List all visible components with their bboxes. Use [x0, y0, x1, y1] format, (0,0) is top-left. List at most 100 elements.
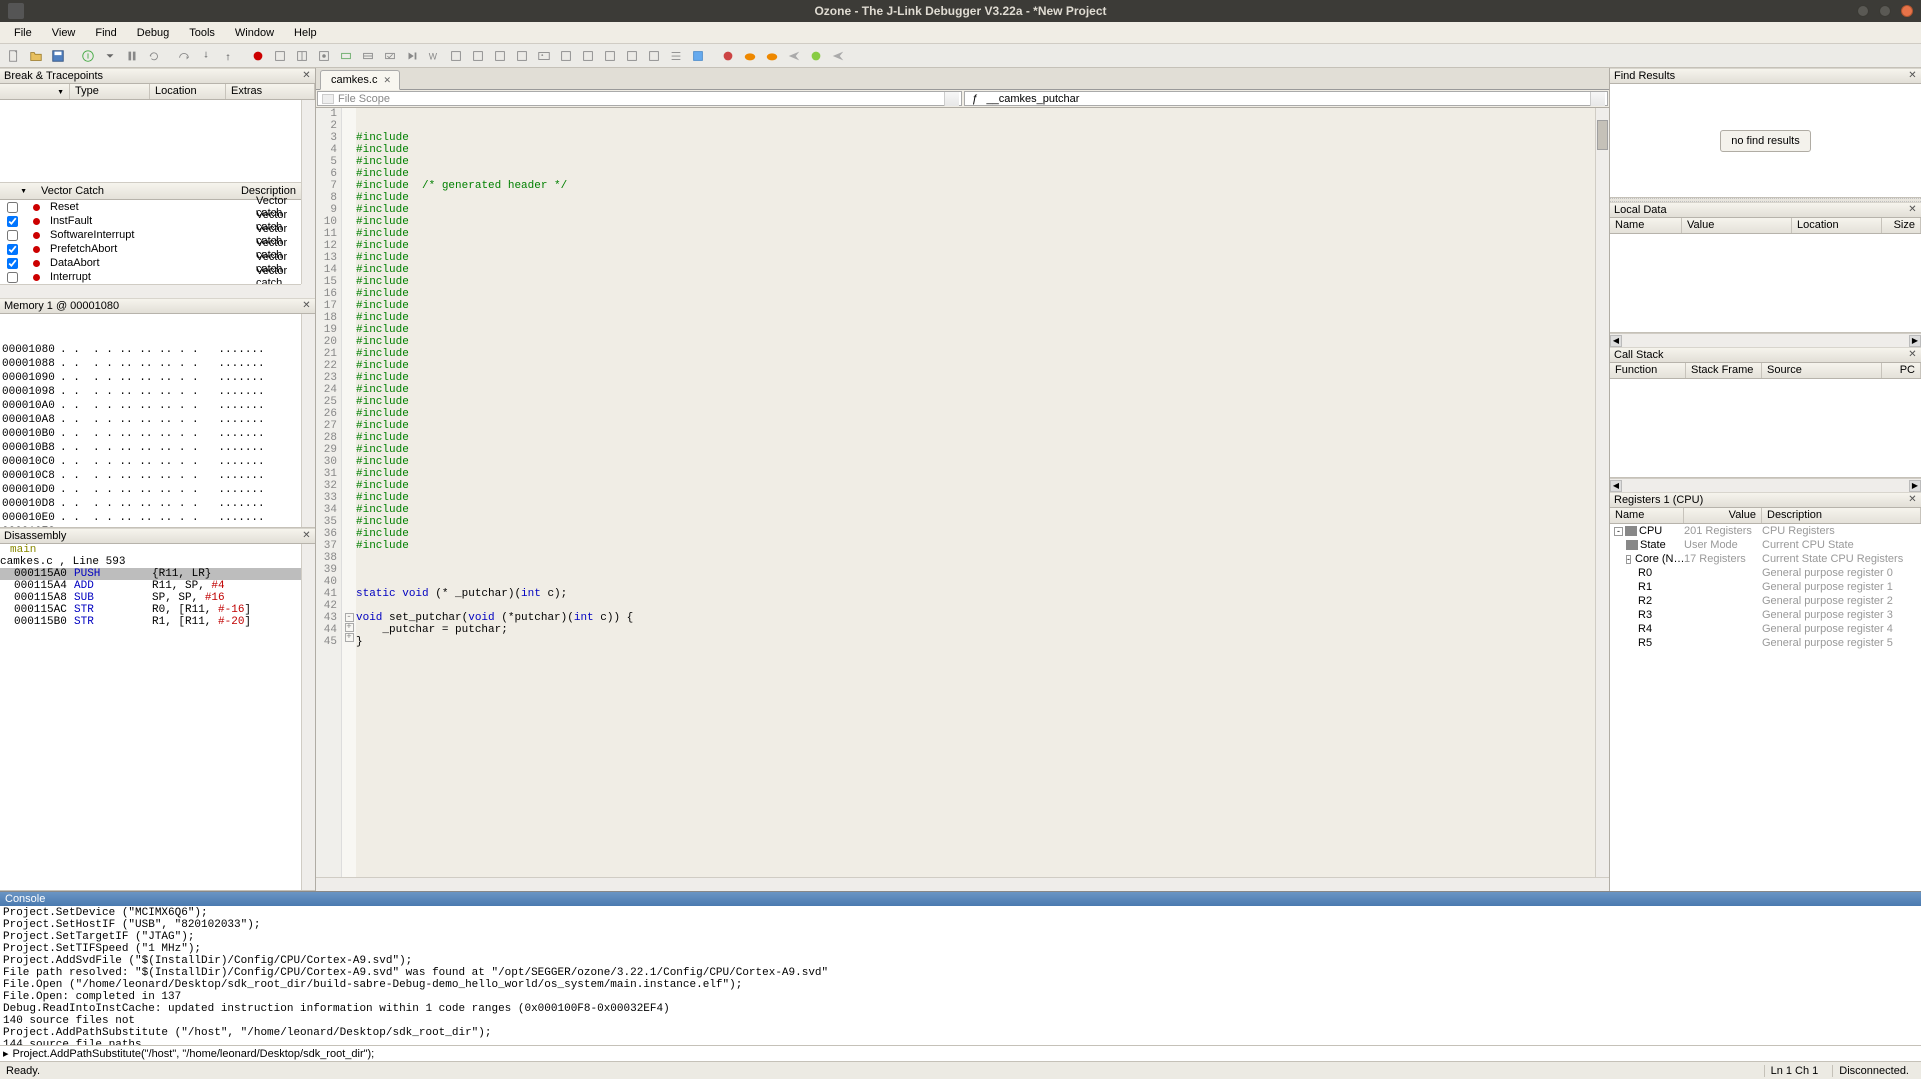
editor-line[interactable] — [356, 564, 1595, 576]
open-file-icon[interactable] — [26, 46, 46, 66]
editor-line[interactable] — [356, 552, 1595, 564]
editor-line[interactable]: #include — [356, 360, 1595, 372]
checkbox[interactable] — [0, 272, 24, 283]
col-function[interactable]: Function — [1610, 363, 1686, 378]
editor-line[interactable]: #include — [356, 348, 1595, 360]
toolbar-icon-k[interactable] — [556, 46, 576, 66]
toolbar-icon-a[interactable] — [270, 46, 290, 66]
maximize-button[interactable] — [1879, 5, 1891, 17]
checkbox[interactable] — [0, 202, 24, 213]
memory-view[interactable]: 00001080. . . . .. .. .. . . .......0000… — [0, 314, 315, 528]
editor-line[interactable]: #include /* generated header */ — [356, 180, 1595, 192]
disassembly-row[interactable]: 000115A4ADDR11, SP, #4 — [0, 580, 315, 592]
save-file-icon[interactable] — [48, 46, 68, 66]
editor-line[interactable] — [356, 576, 1595, 588]
close-icon[interactable] — [1907, 495, 1918, 506]
close-icon[interactable] — [1907, 205, 1918, 216]
editor-line[interactable]: _putchar = putchar; — [356, 624, 1595, 636]
checkbox[interactable] — [0, 216, 24, 227]
toolbar-orange-cloud-icon[interactable] — [740, 46, 760, 66]
toolbar-icon-f[interactable] — [380, 46, 400, 66]
col-value[interactable]: Value — [1684, 508, 1762, 523]
editor-line[interactable]: #include — [356, 216, 1595, 228]
console-input[interactable] — [13, 1048, 1918, 1060]
col-name[interactable]: Name — [1610, 508, 1684, 523]
menu-find[interactable]: Find — [87, 25, 124, 41]
minimize-button[interactable] — [1857, 5, 1869, 17]
run-icon[interactable] — [78, 46, 98, 66]
fold-gutter[interactable]: -++ — [342, 108, 356, 877]
editor-line[interactable]: #include — [356, 480, 1595, 492]
col-description[interactable]: Description — [1762, 508, 1921, 523]
vector-catch-row[interactable]: Interrupt Vector catch — [0, 270, 301, 284]
disassembly-row[interactable]: 000115A0PUSH{R11, LR} — [0, 568, 315, 580]
tab-camkes-c[interactable]: camkes.c ✕ — [320, 70, 400, 90]
editor-line[interactable]: #include — [356, 516, 1595, 528]
toolbar-green-circle-icon[interactable] — [806, 46, 826, 66]
scrollbar-vertical[interactable] — [301, 314, 315, 527]
toolbar-red-circle-icon[interactable] — [718, 46, 738, 66]
toolbar-icon-b[interactable] — [292, 46, 312, 66]
toolbar-icon-blue[interactable] — [688, 46, 708, 66]
editor-line[interactable]: #include — [356, 408, 1595, 420]
disassembly-row[interactable]: 000115B0STRR1, [R11, #-20] — [0, 616, 315, 628]
close-icon[interactable]: ✕ — [383, 75, 391, 86]
editor-line[interactable]: #include — [356, 300, 1595, 312]
toolbar-icon-m[interactable] — [600, 46, 620, 66]
register-row[interactable]: -CPU 201 RegistersCPU Registers — [1610, 524, 1921, 538]
toolbar-gray-plane2-icon[interactable] — [828, 46, 848, 66]
menu-window[interactable]: Window — [227, 25, 282, 41]
close-window-button[interactable] — [1901, 5, 1913, 17]
scrollbar-horizontal[interactable]: ◀▶ — [1610, 478, 1921, 492]
editor-line[interactable]: } — [356, 636, 1595, 648]
registers-body[interactable]: -CPU 201 RegistersCPU RegistersState Use… — [1610, 524, 1921, 891]
register-row[interactable]: R4 General purpose register 4 — [1610, 622, 1921, 636]
close-icon[interactable] — [301, 301, 312, 312]
editor-line[interactable]: #include — [356, 372, 1595, 384]
scrollbar-vertical[interactable] — [301, 100, 315, 284]
editor-line[interactable]: #include — [356, 312, 1595, 324]
editor-line[interactable]: #include — [356, 468, 1595, 480]
scrollbar-horizontal[interactable] — [0, 284, 301, 298]
disassembly-view[interactable]: maincamkes.c , Line 593000115A0PUSH{R11,… — [0, 544, 315, 891]
editor-line[interactable]: #include — [356, 144, 1595, 156]
tree-toggle-icon[interactable]: - — [1614, 527, 1623, 536]
editor-line[interactable]: #include — [356, 396, 1595, 408]
editor-line[interactable]: #include — [356, 492, 1595, 504]
col-value[interactable]: Value — [1682, 218, 1792, 233]
toolbar-icon-j[interactable] — [512, 46, 532, 66]
editor-line[interactable] — [356, 108, 1595, 120]
editor-line[interactable]: #include — [356, 420, 1595, 432]
toolbar-icon-g[interactable] — [446, 46, 466, 66]
editor-line[interactable]: #include — [356, 192, 1595, 204]
register-row[interactable]: -Core (N… 17 RegistersCurrent State CPU … — [1610, 552, 1921, 566]
record-icon[interactable] — [248, 46, 268, 66]
menu-debug[interactable]: Debug — [129, 25, 177, 41]
pause-icon[interactable] — [122, 46, 142, 66]
close-icon[interactable] — [301, 71, 312, 82]
text-w-icon[interactable]: W — [424, 46, 444, 66]
toolbar-icon-list[interactable] — [666, 46, 686, 66]
col-size[interactable]: Size — [1882, 218, 1921, 233]
editor-content[interactable]: #include #include #include #include #inc… — [356, 108, 1595, 877]
menu-help[interactable]: Help — [286, 25, 325, 41]
scrollbar-horizontal[interactable]: ◀▶ — [1610, 333, 1921, 347]
editor-line[interactable]: #include — [356, 228, 1595, 240]
editor-line[interactable] — [356, 120, 1595, 132]
editor-line[interactable] — [356, 600, 1595, 612]
toolbar-icon-n[interactable] — [622, 46, 642, 66]
console-output[interactable]: Project.SetDevice ("MCIMX6Q6"); Project.… — [0, 906, 1921, 1045]
disassembly-row[interactable]: 000115A8SUBSP, SP, #16 — [0, 592, 315, 604]
disassembly-row[interactable]: 000115ACSTRR0, [R11, #-16] — [0, 604, 315, 616]
editor-line[interactable]: void set_putchar(void (*putchar)(int c))… — [356, 612, 1595, 624]
close-icon[interactable] — [1907, 71, 1918, 82]
editor-line[interactable]: #include — [356, 528, 1595, 540]
editor-line[interactable]: #include — [356, 168, 1595, 180]
col-stackframe[interactable]: Stack Frame — [1686, 363, 1762, 378]
scrollbar-horizontal[interactable] — [316, 877, 1609, 891]
menu-file[interactable]: File — [6, 25, 40, 41]
editor-line[interactable]: #include — [356, 540, 1595, 552]
toolbar-icon-i[interactable] — [490, 46, 510, 66]
register-row[interactable]: R5 General purpose register 5 — [1610, 636, 1921, 650]
function-dropdown[interactable]: ƒ __camkes_putchar ▼ — [964, 91, 1609, 106]
